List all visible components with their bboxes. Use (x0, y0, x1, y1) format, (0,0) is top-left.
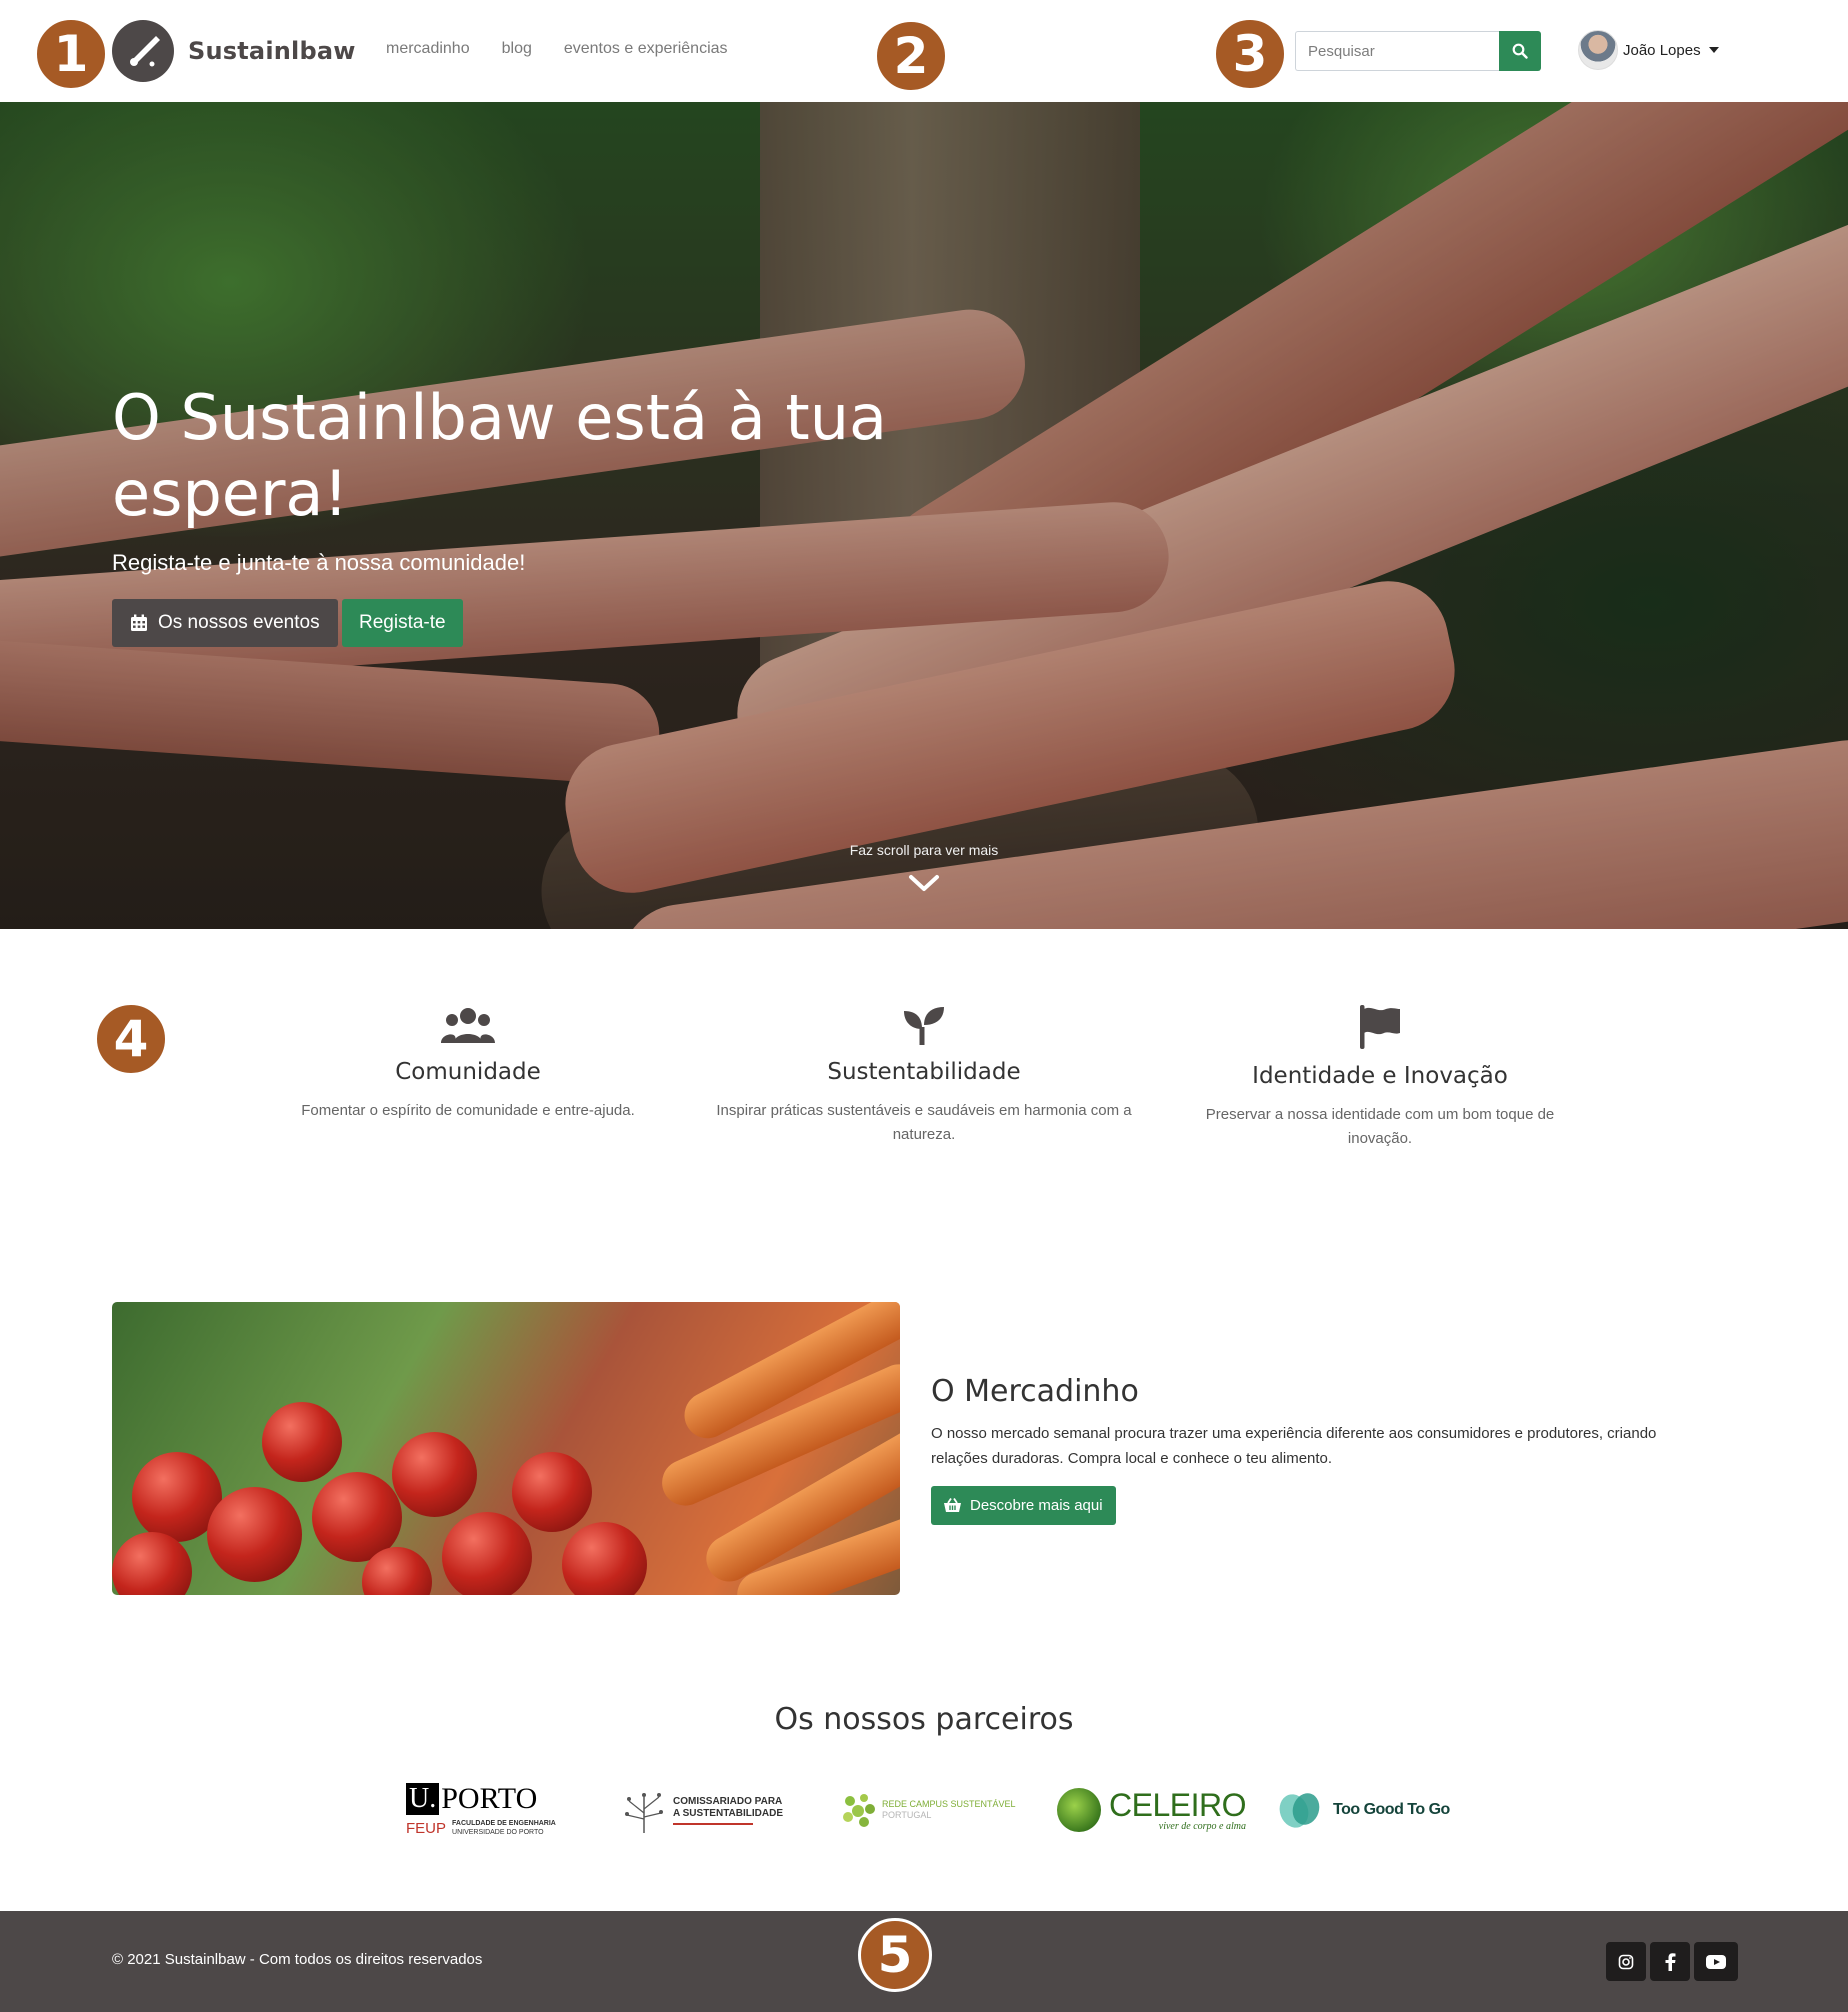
facebook-button[interactable] (1650, 1942, 1690, 1981)
basket-icon (944, 1498, 961, 1512)
search-form (1295, 31, 1541, 71)
flag-icon (1360, 1005, 1400, 1049)
rede-campus-logo[interactable]: REDE CAMPUS SUSTENTÁVEL PORTUGAL (840, 1780, 1016, 1840)
value-text: Preservar a nossa identidade com um bom … (1205, 1106, 1555, 1147)
value-comunidade: Comunidade Fomentar o espírito de comuni… (278, 1005, 658, 1123)
scroll-hint: Faz scroll para ver mais (849, 842, 999, 858)
register-button[interactable]: Regista-te (342, 599, 463, 647)
facebook-icon (1665, 1952, 1676, 1971)
value-title: Identidade e Inovação (1252, 1063, 1508, 1089)
nav-link-blog[interactable]: blog (502, 40, 532, 58)
value-text: Inspirar práticas sustentáveis e saudáve… (716, 1102, 1132, 1143)
seedling-icon (904, 1007, 944, 1045)
user-menu[interactable]: João Lopes (1578, 30, 1719, 70)
annotation-marker-2: 2 (874, 19, 948, 93)
hero-section: O Sustainlbaw está à tua espera! Regista… (0, 102, 1848, 929)
nav-link-eventos[interactable]: eventos e experiências (564, 40, 728, 58)
hero-title: O Sustainlbaw está à tua espera! (112, 381, 888, 530)
market-title: O Mercadinho (931, 1374, 1139, 1409)
partners-title: Os nossos parceiros (774, 1702, 1074, 1737)
value-identidade: Identidade e Inovação Preservar a nossa … (1190, 1005, 1570, 1151)
instagram-icon (1618, 1954, 1634, 1969)
users-icon (441, 1008, 495, 1043)
market-text: O nosso mercado semanal procura trazer u… (931, 1425, 1657, 1467)
uporto-feup-logo[interactable]: U. PORTO FEUP FACULDADE DE ENGENHARIA UN… (406, 1780, 556, 1840)
annotation-marker-4: 4 (94, 1002, 168, 1076)
comissariado-logo[interactable]: COMISSARIADO PARA A SUSTENTABILIDADE (623, 1780, 783, 1840)
value-title: Sustentabilidade (827, 1059, 1021, 1085)
youtube-icon (1706, 1954, 1726, 1969)
search-button[interactable] (1499, 31, 1541, 71)
market-button-label: Descobre mais aqui (970, 1497, 1103, 1514)
annotation-marker-3: 3 (1213, 17, 1287, 91)
too-good-to-go-logo[interactable]: Too Good To Go (1277, 1780, 1450, 1840)
copyright-text: © 2021 Sustainlbaw - Com todos os direit… (112, 1951, 483, 1968)
user-name: João Lopes (1623, 41, 1701, 59)
value-text: Fomentar o espírito de comunidade e entr… (301, 1102, 635, 1119)
caret-down-icon (1708, 47, 1719, 53)
annotation-marker-5: 5 (858, 1918, 932, 1992)
events-button-label: Os nossos eventos (158, 612, 320, 633)
instagram-button[interactable] (1606, 1942, 1646, 1981)
brand-link[interactable]: Sustainlbaw (112, 20, 356, 82)
hero-subtitle: Regista-te e junta-te à nossa comunidade… (112, 550, 526, 575)
avatar (1578, 30, 1618, 70)
annotation-marker-1: 1 (34, 17, 108, 91)
market-button[interactable]: Descobre mais aqui (931, 1486, 1116, 1525)
search-input[interactable] (1295, 31, 1499, 71)
chevron-down-icon[interactable] (907, 872, 941, 894)
value-title: Comunidade (395, 1059, 541, 1085)
value-sustentabilidade: Sustentabilidade Inspirar práticas suste… (712, 1005, 1136, 1147)
calendar-icon (131, 614, 147, 631)
nav-link-mercadinho[interactable]: mercadinho (386, 40, 470, 58)
events-button[interactable]: Os nossos eventos (112, 599, 338, 647)
brand-name: Sustainlbaw (188, 37, 356, 65)
search-icon (1512, 43, 1528, 59)
youtube-button[interactable] (1694, 1942, 1738, 1981)
celeiro-logo[interactable]: CELEIRO viver de corpo e alma (1057, 1780, 1246, 1840)
market-image (112, 1302, 900, 1595)
brand-logo-icon (112, 20, 174, 82)
nav-links: mercadinho blog eventos e experiências (386, 40, 728, 58)
